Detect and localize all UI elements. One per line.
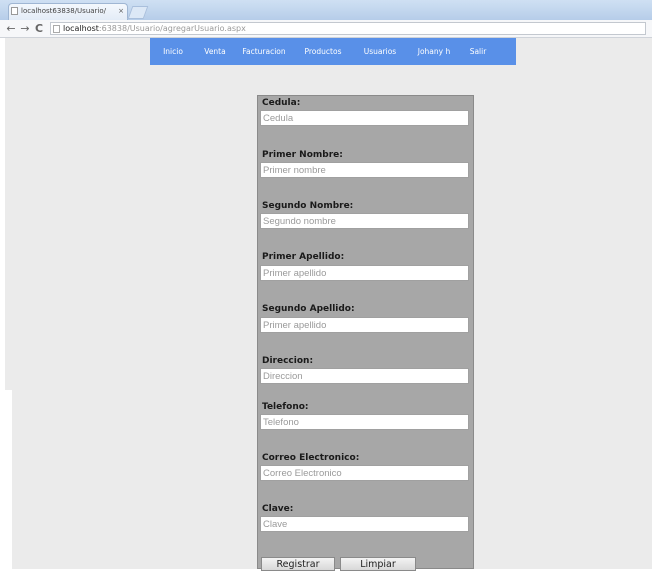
nav-item-productos[interactable]: Productos xyxy=(294,38,352,65)
cedula-input[interactable] xyxy=(260,110,469,126)
close-tab-icon[interactable]: × xyxy=(118,4,124,19)
primer-apellido-input[interactable] xyxy=(260,265,469,281)
direccion-label: Direccion: xyxy=(262,356,314,366)
segundo-nombre-input[interactable] xyxy=(260,213,469,229)
url-host: localhost xyxy=(63,24,99,33)
page-favicon-icon xyxy=(11,7,18,15)
main-nav-menu: Inicio Venta Facturacion Productos Usuar… xyxy=(150,38,516,65)
primer-nombre-input[interactable] xyxy=(260,162,469,178)
browser-tab-strip: localhost63838/Usuario/ × xyxy=(0,0,652,20)
nav-item-usuarios[interactable]: Usuarios xyxy=(352,38,408,65)
url-path: :63838/Usuario/agregarUsuario.aspx xyxy=(98,24,246,33)
direccion-input[interactable] xyxy=(260,368,469,384)
cedula-label: Cedula: xyxy=(262,98,301,108)
nav-item-johany[interactable]: Johany h xyxy=(408,38,460,65)
nav-item-salir[interactable]: Salir xyxy=(460,38,496,65)
address-bar[interactable]: localhost:63838/Usuario/agregarUsuario.a… xyxy=(50,22,646,35)
browser-tab[interactable]: localhost63838/Usuario/ × xyxy=(8,3,128,20)
telefono-input[interactable] xyxy=(260,414,469,430)
segundo-apellido-label: Segundo Apellido: xyxy=(262,304,355,314)
forward-arrow-icon[interactable]: → xyxy=(18,21,32,37)
primer-nombre-label: Primer Nombre: xyxy=(262,150,343,160)
browser-toolbar: ← → C localhost:63838/Usuario/agregarUsu… xyxy=(0,20,652,38)
correo-electronico-input[interactable] xyxy=(260,465,469,481)
user-registration-form: Cedula: Primer Nombre: Segundo Nombre: P… xyxy=(257,95,474,571)
segundo-apellido-input[interactable] xyxy=(260,317,469,333)
clave-input[interactable] xyxy=(260,516,469,532)
segundo-nombre-label: Segundo Nombre: xyxy=(262,201,354,211)
new-tab-button[interactable] xyxy=(127,6,149,19)
telefono-label: Telefono: xyxy=(262,402,309,412)
correo-electronico-label: Correo Electronico: xyxy=(262,453,360,463)
tab-title: localhost63838/Usuario/ xyxy=(21,7,107,15)
back-arrow-icon[interactable]: ← xyxy=(4,21,18,37)
page-icon xyxy=(53,25,60,33)
nav-item-inicio[interactable]: Inicio xyxy=(150,38,196,65)
nav-item-venta[interactable]: Venta xyxy=(196,38,234,65)
primer-apellido-label: Primer Apellido: xyxy=(262,252,345,262)
clave-label: Clave: xyxy=(262,504,294,514)
nav-item-facturacion[interactable]: Facturacion xyxy=(234,38,294,65)
reload-icon[interactable]: C xyxy=(32,21,46,37)
